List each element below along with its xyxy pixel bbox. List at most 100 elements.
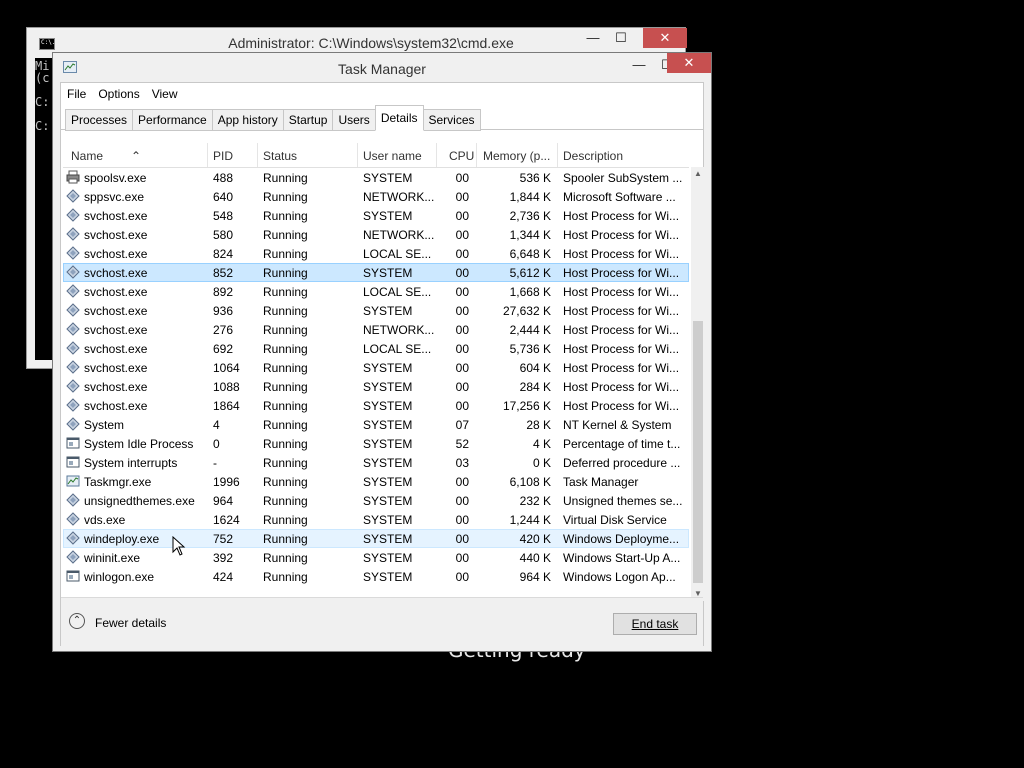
table-row[interactable]: vds.exe 1624 Running SYSTEM 00 1,244 K Virtual… — [63, 510, 689, 529]
process-name: svchost.exe — [84, 228, 148, 242]
process-pid: 4 — [213, 418, 220, 432]
process-name: unsignedthemes.exe — [84, 494, 195, 508]
table-row[interactable]: svchost.exe 824 Running LOCAL SE... 00 6,648 … — [63, 244, 689, 263]
process-status: Running — [263, 380, 308, 394]
table-row[interactable]: unsignedthemes.exe 964 Running SYSTEM 00 232 … — [63, 491, 689, 510]
process-user: SYSTEM — [363, 361, 413, 375]
table-header: Name ⌃ PID Status User name CPU Memory (… — [63, 143, 689, 168]
process-memory: 0 K — [532, 456, 551, 470]
process-name: svchost.exe — [84, 209, 148, 223]
mouse-pointer-icon — [172, 536, 186, 556]
chevron-up-circle-icon[interactable]: ⌃ — [69, 613, 85, 629]
col-cpu[interactable]: CPU — [449, 149, 474, 163]
col-divider[interactable] — [257, 143, 258, 167]
tab-performance[interactable]: Performance — [132, 109, 213, 131]
process-pid: 424 — [213, 570, 234, 584]
process-status: Running — [263, 247, 308, 261]
tab-startup[interactable]: Startup — [282, 109, 334, 131]
process-cpu: 00 — [455, 342, 469, 356]
table-row[interactable]: svchost.exe 580 Running NETWORK... 00 1,344 K… — [63, 225, 689, 244]
process-pid: 392 — [213, 551, 234, 565]
tm-close-button[interactable]: ✕ — [667, 53, 711, 73]
table-row[interactable]: svchost.exe 1864 Running SYSTEM 00 17,256 K Ho… — [63, 396, 689, 415]
process-pid: 752 — [213, 532, 234, 546]
col-divider[interactable] — [476, 143, 477, 167]
menu-view[interactable]: View — [152, 87, 184, 101]
table-row[interactable]: svchost.exe 548 Running SYSTEM 00 2,736 K Host… — [63, 206, 689, 225]
sort-ascending-icon: ⌃ — [131, 149, 142, 163]
process-cpu: 00 — [455, 513, 469, 527]
table-row[interactable]: sppsvc.exe 640 Running NETWORK... 00 1,844 K M… — [63, 187, 689, 206]
table-row[interactable]: spoolsv.exe 488 Running SYSTEM 00 536 K Spoole… — [63, 168, 689, 187]
tab-services[interactable]: Services — [422, 109, 481, 131]
tab-details[interactable]: Details — [374, 105, 424, 131]
tm-footer: ⌃ Fewer details End task — [61, 597, 703, 648]
table-row[interactable]: svchost.exe 852 Running SYSTEM 00 5,612 K Host… — [63, 263, 689, 282]
process-memory: 232 K — [519, 494, 551, 508]
fewer-details-link[interactable]: Fewer details — [95, 616, 166, 630]
scroll-thumb[interactable] — [693, 321, 703, 583]
process-name: winlogon.exe — [84, 570, 155, 584]
process-pid: 964 — [213, 494, 234, 508]
table-row[interactable]: svchost.exe 892 Running LOCAL SE... 00 1,668 … — [63, 282, 689, 301]
table-row[interactable]: wininit.exe 392 Running SYSTEM 00 440 K Window… — [63, 548, 689, 567]
process-memory: 1,668 K — [509, 285, 551, 299]
col-user-name[interactable]: User name — [363, 149, 422, 163]
table-row[interactable]: System 4 Running SYSTEM 07 28 K NT Kernel & Sy… — [63, 415, 689, 434]
col-pid[interactable]: PID — [213, 149, 233, 163]
process-user: SYSTEM — [363, 171, 413, 185]
process-user: SYSTEM — [363, 532, 413, 546]
tab-processes[interactable]: Processes — [65, 109, 134, 131]
process-cpu: 00 — [455, 323, 469, 337]
col-name[interactable]: Name — [71, 149, 103, 163]
process-pid: 488 — [213, 171, 234, 185]
process-cpu: 00 — [455, 190, 469, 204]
process-memory: 2,444 K — [509, 323, 551, 337]
col-divider[interactable] — [436, 143, 437, 167]
scroll-up-arrow-icon[interactable]: ▲ — [691, 167, 705, 181]
table-row[interactable]: svchost.exe 1088 Running SYSTEM 00 284 K Host … — [63, 377, 689, 396]
table-row[interactable]: svchost.exe 936 Running SYSTEM 00 27,632 K Hos… — [63, 301, 689, 320]
table-row[interactable]: System Idle Process 0 Running SYSTEM 52 4 K Pe… — [63, 434, 689, 453]
table-row[interactable]: windeploy.exe 752 Running SYSTEM 00 420 K Wind… — [63, 529, 689, 548]
process-status: Running — [263, 399, 308, 413]
col-description[interactable]: Description — [563, 149, 623, 163]
process-cpu: 00 — [455, 209, 469, 223]
col-memory[interactable]: Memory (p... — [483, 149, 550, 163]
tab-users[interactable]: Users — [332, 109, 376, 131]
col-divider[interactable] — [557, 143, 558, 167]
table-row[interactable]: svchost.exe 692 Running LOCAL SE... 00 5,736 … — [63, 339, 689, 358]
col-status[interactable]: Status — [263, 149, 297, 163]
col-divider[interactable] — [357, 143, 358, 167]
table-row[interactable]: svchost.exe 276 Running NETWORK... 00 2,444 K… — [63, 320, 689, 339]
tm-minimize-button[interactable]: — — [625, 55, 653, 75]
cmd-maximize-button[interactable]: ☐ — [607, 28, 635, 48]
process-memory: 420 K — [519, 532, 551, 546]
process-user: SYSTEM — [363, 418, 413, 432]
cmd-close-button[interactable]: ✕ — [643, 28, 687, 48]
vertical-scrollbar[interactable]: ▲ ▼ — [691, 167, 705, 601]
process-name: svchost.exe — [84, 304, 148, 318]
table-row[interactable]: Taskmgr.exe 1996 Running SYSTEM 00 6,108 K Tas… — [63, 472, 689, 491]
table-row[interactable]: svchost.exe 1064 Running SYSTEM 00 604 K Host … — [63, 358, 689, 377]
process-memory: 28 K — [526, 418, 551, 432]
menu-file[interactable]: File — [67, 87, 92, 101]
process-status: Running — [263, 266, 308, 280]
table-row[interactable]: winlogon.exe 424 Running SYSTEM 00 964 K Windo… — [63, 567, 689, 586]
end-task-button[interactable]: End task — [613, 613, 697, 635]
process-cpu: 03 — [455, 456, 469, 470]
col-divider[interactable] — [207, 143, 208, 167]
tab-app-history[interactable]: App history — [211, 109, 284, 131]
table-row[interactable]: System interrupts - Running SYSTEM 03 0 K Defe… — [63, 453, 689, 472]
process-pid: 892 — [213, 285, 234, 299]
task-manager-window[interactable]: Task Manager — ☐ ✕ File Options View Pro… — [52, 52, 712, 652]
process-name: windeploy.exe — [84, 532, 160, 546]
process-status: Running — [263, 570, 308, 584]
cmd-minimize-button[interactable]: — — [579, 28, 607, 48]
tm-title-bar[interactable]: Task Manager — ☐ ✕ — [53, 53, 711, 83]
tm-window-title: Task Manager — [338, 61, 426, 77]
process-description: NT Kernel & System — [563, 418, 672, 432]
process-description: Windows Logon Ap... — [563, 570, 676, 584]
process-status: Running — [263, 304, 308, 318]
menu-options[interactable]: Options — [98, 87, 145, 101]
